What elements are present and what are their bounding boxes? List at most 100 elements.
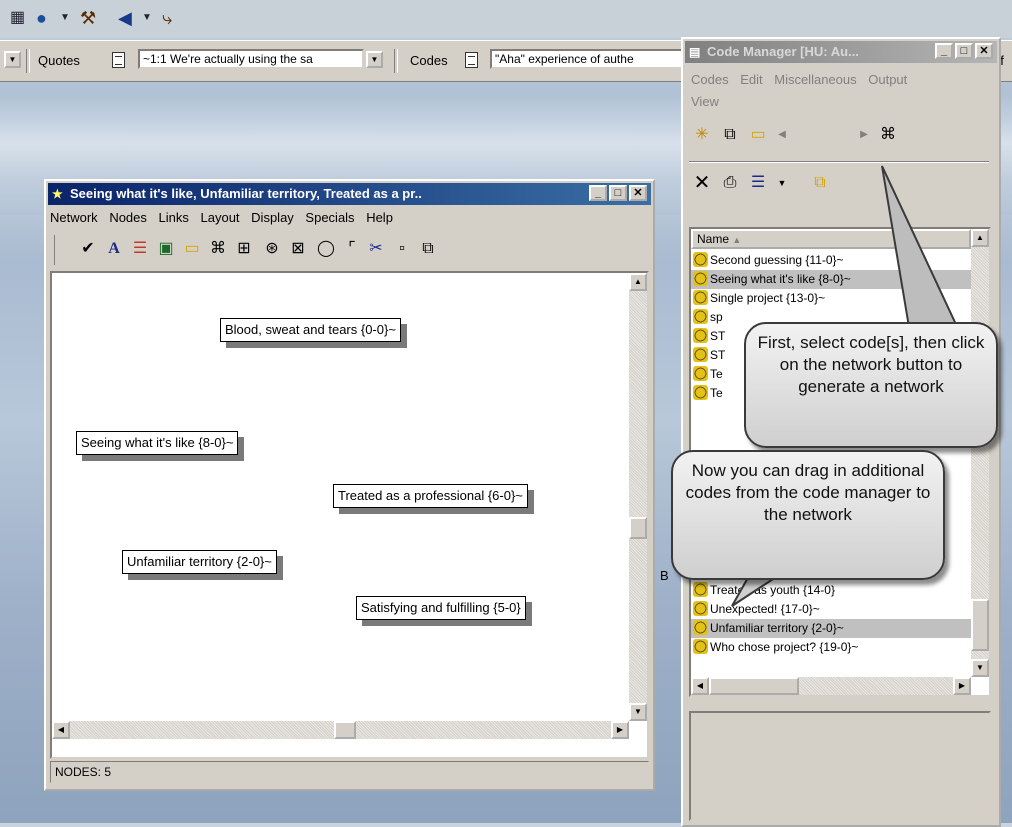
dropdown-arrow-icon[interactable]: ▼ (142, 8, 152, 28)
list-view-icon[interactable]: ☰ (747, 173, 769, 195)
comment-icon[interactable]: ▫ (391, 239, 413, 261)
code-manager-toolbar-1: ✳ ⧉ ▭ ◀ ▶ ⌘ (689, 123, 989, 153)
network-title-bar[interactable]: ★ Seeing what it's like, Unfamiliar terr… (48, 183, 651, 205)
quotes-dropdown[interactable]: ~1:1 We're actually using the sa (138, 49, 364, 69)
minimize-button[interactable]: _ (935, 43, 953, 59)
code-icon (693, 271, 708, 286)
callout-drag-codes: Now you can drag in additional codes fro… (671, 450, 945, 580)
maximize-button[interactable]: □ (609, 185, 627, 201)
code-document-icon[interactable] (465, 52, 478, 68)
minimize-button[interactable]: _ (589, 185, 607, 201)
codes-dropdown[interactable]: "Aha" experience of authe (490, 49, 690, 69)
menu-codes[interactable]: Codes (691, 72, 729, 87)
link-icon[interactable]: ⌜ (341, 239, 363, 261)
scroll-right-icon[interactable]: ▶ (611, 721, 629, 739)
list-item-label: Single project {13-0}~ (710, 291, 826, 305)
menu-links[interactable]: Links (159, 210, 189, 225)
code-icon (693, 385, 708, 400)
list-item[interactable]: Unfamiliar territory {2-0}~ (691, 619, 973, 638)
menu-help[interactable]: Help (366, 210, 393, 225)
code-comment-pane[interactable] (689, 711, 991, 821)
callout-pointer (881, 165, 962, 334)
menu-display[interactable]: Display (251, 210, 294, 225)
menu-miscellaneous[interactable]: Miscellaneous (774, 72, 856, 87)
network-node[interactable]: Unfamiliar territory {2-0}~ (122, 550, 277, 574)
layout-semantic-icon[interactable]: ⊠ (287, 239, 309, 261)
maximize-button[interactable]: □ (955, 43, 973, 59)
back-arrow-icon[interactable]: ◀ (118, 8, 132, 28)
menu-specials[interactable]: Specials (305, 210, 354, 225)
scroll-down-icon[interactable]: ▼ (629, 703, 647, 721)
scroll-left-icon[interactable]: ◀ (691, 677, 709, 695)
scroll-down-icon[interactable]: ▼ (971, 659, 989, 677)
sort-ascending-icon: ▲ (732, 235, 742, 245)
copy-window-icon[interactable]: ⧉ (719, 125, 741, 147)
list-icon[interactable]: ▦ (10, 8, 25, 28)
network-node[interactable]: Satisfying and fulfilling {5-0} (356, 596, 526, 620)
code-icon (693, 620, 708, 635)
close-button[interactable]: ✕ (975, 43, 993, 59)
chevron-down-icon[interactable]: ▼ (4, 51, 21, 68)
hammer-icon[interactable]: ⚒ (80, 8, 96, 28)
list-item-label: Second guessing {11-0}~ (710, 253, 844, 267)
image-icon[interactable]: ▣ (155, 239, 177, 261)
previous-arrow-icon[interactable]: ◀ (771, 125, 793, 147)
menu-edit[interactable]: Edit (740, 72, 762, 87)
network-node[interactable]: Blood, sweat and tears {0-0}~ (220, 318, 401, 342)
network-node[interactable]: Seeing what it's like {8-0}~ (76, 431, 239, 455)
check-icon[interactable]: ✔ (77, 239, 99, 261)
scroll-thumb[interactable] (334, 721, 356, 739)
globe-icon[interactable]: ● (36, 8, 47, 28)
scroll-right-icon[interactable]: ▶ (953, 677, 971, 695)
font-icon[interactable]: A (103, 239, 125, 261)
column-header-label: Name (697, 232, 730, 246)
list-item-label: ST (710, 348, 726, 362)
network-canvas[interactable]: Blood, sweat and tears {0-0}~ Seeing wha… (50, 271, 649, 759)
eraser-icon[interactable]: ◯ (315, 239, 337, 261)
vertical-scrollbar[interactable]: ▲ ▼ (629, 273, 647, 721)
windows-icon[interactable]: ⧉ (809, 173, 831, 195)
network-node[interactable]: Treated as a professional {6-0}~ (333, 484, 528, 508)
list-item-label: Who chose project? {19-0}~ (710, 640, 859, 654)
code-icon (693, 309, 708, 324)
code-manager-title: Code Manager [HU: Au... (707, 44, 859, 59)
scroll-thumb[interactable] (709, 677, 799, 695)
import-nodes-icon[interactable]: ⊞ (233, 239, 255, 261)
close-button[interactable]: ✕ (629, 185, 647, 201)
window-icon[interactable]: ▭ (181, 239, 203, 261)
cut-icon[interactable]: ✂ (365, 239, 387, 261)
scroll-thumb[interactable] (629, 517, 647, 539)
fork-icon[interactable]: ⤷ (162, 8, 172, 28)
network-window-icon: ★ (52, 187, 63, 201)
list-item-label: Unfamiliar territory {2-0}~ (710, 621, 844, 635)
network-icon[interactable]: ⌘ (877, 125, 899, 147)
network-icon[interactable]: ⌘ (207, 239, 229, 261)
menu-output[interactable]: Output (868, 72, 907, 87)
horizontal-scrollbar[interactable]: ◀ ▶ (52, 721, 629, 739)
new-code-icon[interactable]: ✳ (691, 125, 713, 147)
chevron-down-icon[interactable]: ▼ (771, 173, 793, 195)
color-bars-icon[interactable]: ☰ (129, 239, 151, 261)
network-editor-window: ★ Seeing what it's like, Unfamiliar terr… (44, 179, 655, 791)
chevron-down-icon[interactable]: ▼ (366, 51, 383, 68)
code-icon (693, 582, 708, 597)
copy-window-icon[interactable]: ⧉ (417, 239, 439, 261)
scroll-thumb[interactable] (971, 599, 989, 651)
menu-layout[interactable]: Layout (201, 210, 240, 225)
scroll-up-icon[interactable]: ▲ (629, 273, 647, 291)
delete-icon[interactable]: ✕ (691, 173, 713, 195)
code-icon (693, 639, 708, 654)
scroll-left-icon[interactable]: ◀ (52, 721, 70, 739)
horizontal-scrollbar[interactable]: ◀ ▶ (691, 677, 971, 695)
list-item[interactable]: Who chose project? {19-0}~ (691, 638, 973, 657)
next-arrow-icon[interactable]: ▶ (853, 125, 875, 147)
print-icon[interactable]: ⎙ (719, 173, 741, 195)
menu-nodes[interactable]: Nodes (109, 210, 147, 225)
window-icon[interactable]: ▭ (747, 125, 769, 147)
dropdown-arrow-icon[interactable]: ▼ (60, 8, 70, 28)
menu-network[interactable]: Network (50, 210, 98, 225)
menu-view[interactable]: View (691, 94, 719, 109)
layout-icon[interactable]: ⊛ (261, 239, 283, 261)
quote-document-icon[interactable] (112, 52, 125, 68)
toolbar-separator (26, 49, 30, 73)
